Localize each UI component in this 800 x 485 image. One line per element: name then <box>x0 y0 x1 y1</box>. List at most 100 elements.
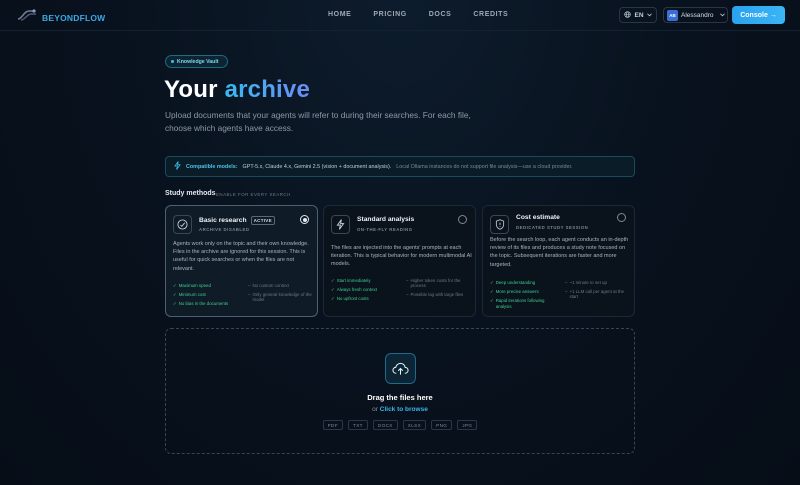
method-pros-list: ✓ Deep understanding ✓ More precise answer… <box>490 280 560 313</box>
brand-logo[interactable]: BEYONDFLOW <box>17 8 105 27</box>
con-item: – Possible lag with large files <box>406 292 464 298</box>
method-cons-list: – No custom context – Only general knowled… <box>248 283 314 307</box>
method-subtitle: ON-THE-FLY READING <box>357 227 413 232</box>
user-name: Alessandro <box>681 11 714 19</box>
badge-label: Knowledge Vault <box>177 58 219 65</box>
method-title: Basic research ACTIVE <box>199 216 275 225</box>
check-icon: ✓ <box>173 283 177 288</box>
pro-item: ✓ Minimum cost <box>173 292 206 298</box>
method-cons-list: – ~1 minute to set up – +1 LLM call per ag… <box>565 280 631 304</box>
pro-item: ✓ Start immediately <box>331 278 371 283</box>
pro-item: ✓ No bias in the documents <box>173 301 229 307</box>
check-circle-icon <box>173 215 192 234</box>
dropzone-or: or <box>372 406 378 413</box>
compatibility-note: Local Ollama instances do not support fi… <box>396 163 573 170</box>
con-item: – Only general knowledge of the model <box>248 292 312 303</box>
method-description: Before the search loop, each agent condu… <box>490 237 629 268</box>
format-chip: PDF <box>322 420 343 430</box>
format-chip: XLSX <box>402 420 427 430</box>
language-label: EN <box>634 11 644 19</box>
avatar: AB <box>667 9 678 21</box>
brand-mark-icon <box>17 8 37 27</box>
method-card-standard-analysis[interactable]: Standard analysis ON-THE-FLY READING The… <box>323 205 476 317</box>
method-card-basic-research[interactable]: Basic research ACTIVE ARCHIVE DISABLED A… <box>165 205 318 317</box>
method-pros-list: ✓ Maximum speed ✓ Minimum cost ✓ No bias in… <box>173 283 243 311</box>
format-chip: TXT <box>347 420 368 430</box>
dash-icon: – <box>406 278 409 283</box>
con-item: – +1 LLM call per agent at the start <box>565 289 625 300</box>
brand-name: BEYONDFLOW <box>42 12 106 23</box>
nav-link-docs[interactable]: DOCS <box>429 11 452 18</box>
method-card-cost-estimate[interactable]: Cost estimate DEDICATED STUDY SESSION Be… <box>482 205 635 317</box>
dropzone-title: Drag the files here <box>367 393 433 402</box>
globe-icon <box>624 10 632 20</box>
pro-item: ✓ Maximum speed <box>173 283 211 288</box>
check-icon: ✓ <box>490 289 494 295</box>
pro-item: ✓ No upfront costs <box>331 296 369 302</box>
pro-item: ✓ More precise answers <box>490 289 539 295</box>
format-chip: PNG <box>431 420 453 430</box>
study-methods-sublabel: ENABLE FOR EVERY SEARCH <box>216 192 291 197</box>
format-chip: JPG <box>457 420 478 430</box>
method-subtitle: ARCHIVE DISABLED <box>199 227 250 232</box>
language-selector[interactable]: EN <box>619 7 657 23</box>
dash-icon: – <box>248 283 251 288</box>
compatibility-notice: Compatible models: GPT-5.x, Claude 4.x, … <box>165 156 635 177</box>
method-title: Cost estimate <box>516 214 560 221</box>
nav-link-credits[interactable]: CREDITS <box>473 11 508 18</box>
con-item: – No custom context <box>248 283 289 288</box>
method-title: Standard analysis <box>357 216 414 223</box>
con-item: – Higher token costs for the process <box>406 278 461 289</box>
nav-link-pricing[interactable]: PRICING <box>373 11 406 18</box>
supported-formats: PDF TXT DOCX XLSX PNG JPG <box>166 420 634 430</box>
page-title: Your archive <box>164 76 310 104</box>
method-pros-list: ✓ Start immediately ✓ Always fresh context… <box>331 278 401 306</box>
method-radio[interactable] <box>300 215 309 224</box>
browse-link[interactable]: Click to browse <box>380 406 428 413</box>
check-icon: ✓ <box>173 292 177 298</box>
check-icon: ✓ <box>173 301 177 307</box>
dash-icon: – <box>565 289 568 295</box>
check-icon: ✓ <box>490 298 494 304</box>
con-item: – ~1 minute to set up <box>565 280 607 285</box>
method-title-text: Standard analysis <box>357 216 415 223</box>
title-accent: archive <box>224 76 311 103</box>
method-subtitle: DEDICATED STUDY SESSION <box>516 225 589 230</box>
method-radio[interactable] <box>617 213 626 222</box>
section-badge: Knowledge Vault <box>165 55 228 68</box>
method-title-text: Cost estimate <box>516 214 560 221</box>
lightning-icon <box>331 215 350 234</box>
nav-links: HOME PRICING DOCS CREDITS <box>328 11 530 18</box>
badge-dot-icon <box>171 60 174 63</box>
check-icon: ✓ <box>331 287 335 293</box>
dash-icon: – <box>565 280 568 285</box>
dash-icon: – <box>248 292 251 298</box>
method-cons-list: – Higher token costs for the process – Pos… <box>406 278 472 302</box>
study-methods-heading: Study methods <box>165 190 216 197</box>
cloud-upload-icon <box>385 353 416 384</box>
chevron-down-icon <box>646 12 652 19</box>
compatibility-models: GPT-5.x, Claude 4.x, Gemini 2.5 (vision … <box>242 163 392 170</box>
method-description: Agents work only on the topic and their … <box>173 241 309 272</box>
dash-icon: – <box>406 292 409 298</box>
lightning-icon <box>174 161 181 172</box>
active-badge: ACTIVE <box>250 216 275 225</box>
pro-item: ✓ Always fresh context <box>331 287 377 293</box>
nav-link-home[interactable]: HOME <box>328 11 351 18</box>
method-radio[interactable] <box>458 215 467 224</box>
page-subtitle: Upload documents that your agents will r… <box>165 110 471 133</box>
check-icon: ✓ <box>331 278 335 283</box>
check-icon: ✓ <box>490 280 494 285</box>
pro-item: ✓ Deep understanding <box>490 280 536 285</box>
method-title-text: Basic research <box>199 217 247 224</box>
shield-icon <box>490 215 509 234</box>
format-chip: DOCX <box>372 420 398 430</box>
method-description: The files are injected into the agents' … <box>331 245 472 268</box>
title-prefix: Your <box>164 76 218 103</box>
console-button[interactable]: Console → <box>732 6 785 24</box>
check-icon: ✓ <box>331 296 335 302</box>
compatibility-label: Compatible models: <box>186 163 238 170</box>
file-dropzone[interactable]: Drag the files here or Click to browse P… <box>165 328 635 454</box>
user-menu[interactable]: AB Alessandro <box>663 7 728 23</box>
chevron-down-icon <box>719 12 725 19</box>
